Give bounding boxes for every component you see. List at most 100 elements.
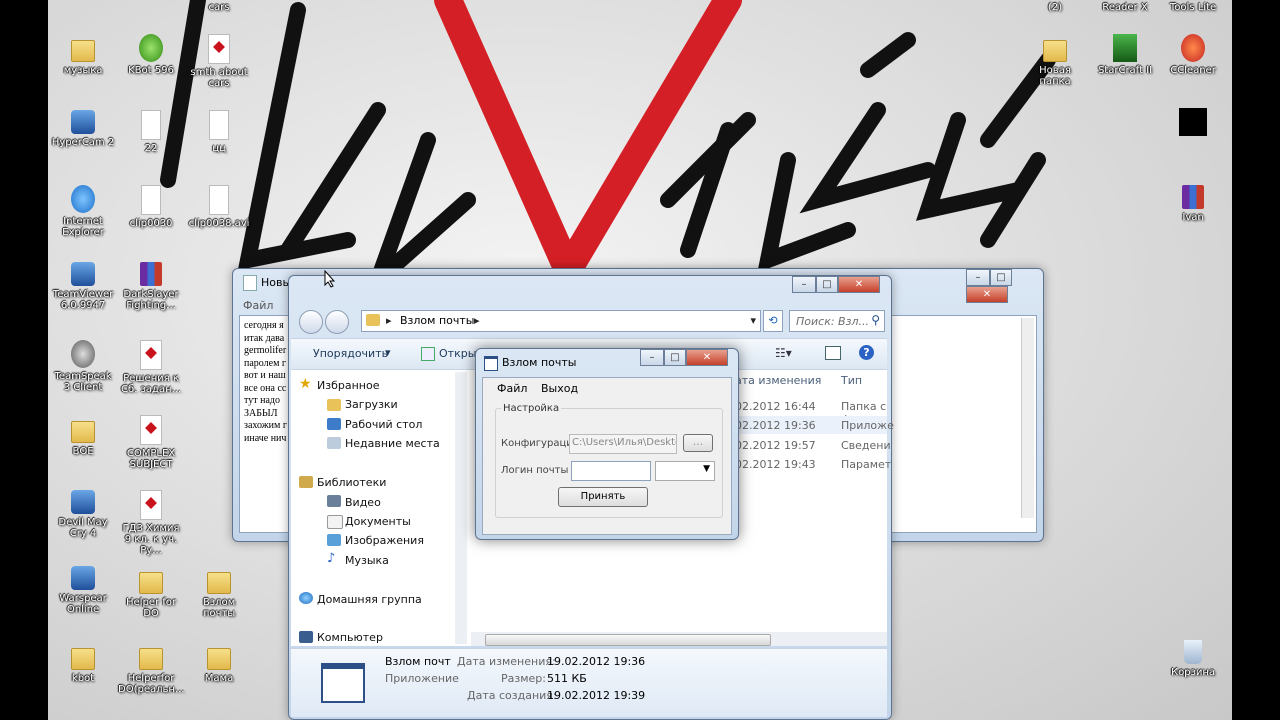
- domain-select[interactable]: ▼: [655, 461, 715, 481]
- menu-exit[interactable]: Выход: [541, 382, 578, 395]
- desktop-shortcut[interactable]: KBot 596: [118, 34, 184, 76]
- nav-homegroup[interactable]: Домашняя группа: [317, 593, 422, 606]
- desktop-shortcut[interactable]: Корзина: [1160, 640, 1226, 678]
- preview-pane-icon[interactable]: [825, 346, 841, 360]
- minimize-button[interactable]: –: [792, 276, 816, 293]
- ie-icon: [71, 185, 95, 213]
- chevron-down-icon[interactable]: ▾: [385, 346, 391, 359]
- minimize-button[interactable]: –: [966, 269, 990, 286]
- forward-button[interactable]: [325, 310, 349, 334]
- desktop-shortcut[interactable]: Решения к Сб. задан...: [118, 340, 184, 395]
- desktop-shortcut[interactable]: StarCraft II: [1092, 34, 1158, 76]
- desktop-shortcut[interactable]: HyperCam 2: [50, 110, 116, 148]
- desktop-shortcut[interactable]: музыка: [50, 34, 116, 76]
- desktop-shortcut[interactable]: Helper for DO: [118, 566, 184, 619]
- nav-recent[interactable]: Недавние места: [345, 437, 440, 450]
- close-button[interactable]: ✕: [838, 276, 880, 293]
- desktop-icon-label[interactable]: (2): [1022, 2, 1088, 13]
- desktop-shortcut[interactable]: kbot: [50, 642, 116, 684]
- desktop-shortcut[interactable]: ВОЕ: [50, 415, 116, 457]
- maximize-button[interactable]: □: [664, 349, 686, 366]
- maximize-button[interactable]: □: [990, 269, 1012, 286]
- window-controls[interactable]: –□✕: [966, 269, 1043, 303]
- desktop-shortcut[interactable]: TeamSpeak 3 Client: [50, 340, 116, 393]
- nav-computer[interactable]: Компьютер: [317, 631, 383, 644]
- browse-button[interactable]: ...: [683, 434, 713, 452]
- close-button[interactable]: ✕: [966, 286, 1008, 303]
- nav-video[interactable]: Видео: [345, 496, 381, 509]
- desktop-icon-label[interactable]: cars: [186, 2, 252, 13]
- desktop-icon-label: ГДЗ Химия 9 кл. к уч. Ру...: [122, 523, 180, 556]
- nav-libraries[interactable]: Библиотеки: [317, 476, 386, 489]
- desktop-shortcut[interactable]: ГДЗ Химия 9 кл. к уч. Ру...: [118, 490, 184, 556]
- desktop-icon-label: Решения к Сб. задан...: [120, 373, 182, 395]
- desktop-shortcut[interactable]: Helperfor DO(реальн...: [118, 642, 184, 695]
- desktop-shortcut[interactable]: Ivan: [1160, 185, 1226, 223]
- desktop-shortcut[interactable]: Devil May Cry 4: [50, 490, 116, 539]
- organize-button[interactable]: Упорядочить: [313, 347, 388, 360]
- column-date-header[interactable]: ата изменения: [735, 374, 821, 387]
- desktop-icon-label: HyperCam 2: [51, 137, 115, 148]
- nav-documents[interactable]: Документы: [345, 515, 411, 528]
- back-button[interactable]: [299, 310, 323, 334]
- cell-date: 02.2012 19:43: [735, 458, 816, 471]
- pdf-icon: [208, 34, 230, 64]
- starcraft-icon: [1113, 34, 1137, 62]
- search-input[interactable]: Поиск: Взл... ⚲: [789, 310, 885, 332]
- help-icon[interactable]: ?: [859, 345, 874, 360]
- folder-icon: [366, 314, 380, 326]
- desktop-shortcut[interactable]: Мама: [186, 642, 252, 684]
- desktop-icon-label: TeamViewer 6.0.9947: [52, 289, 114, 311]
- scrollbar[interactable]: [1021, 318, 1034, 518]
- address-bar[interactable]: ▸ Взлом почты ▸ ▾: [361, 310, 761, 332]
- desktop-icon-label: clip0038.avi: [188, 218, 250, 229]
- black-icon: [1179, 108, 1207, 136]
- desktop-shortcut[interactable]: 22: [118, 110, 184, 154]
- app-icon: [139, 34, 163, 62]
- nav-music[interactable]: Музыка: [345, 554, 389, 567]
- window-controls[interactable]: –□✕: [640, 349, 728, 366]
- nav-favorites[interactable]: Избранное: [317, 379, 379, 392]
- open-button[interactable]: Откры: [439, 347, 476, 360]
- menu-file[interactable]: Файл: [243, 299, 273, 312]
- desktop-shortcut[interactable]: Новая папка: [1022, 34, 1088, 87]
- nav-scrollbar[interactable]: [455, 372, 467, 644]
- desktop-shortcut[interactable]: clip0038.avi: [186, 185, 252, 229]
- desktop-icon-label[interactable]: Tools Lite: [1160, 2, 1226, 13]
- detail-kind: Приложение: [385, 672, 459, 685]
- desktop-shortcut[interactable]: clip0030: [118, 185, 184, 229]
- breadcrumb[interactable]: Взлом почты: [400, 314, 474, 327]
- close-button[interactable]: ✕: [686, 349, 728, 366]
- nav-images[interactable]: Изображения: [345, 534, 424, 547]
- desktop-shortcut[interactable]: DarkSlayer Fighting...: [118, 262, 184, 311]
- accept-button[interactable]: Принять: [558, 487, 648, 507]
- desktop-shortcut[interactable]: [1160, 108, 1226, 139]
- scrollbar-thumb[interactable]: [485, 634, 771, 646]
- nav-desktop[interactable]: Рабочий стол: [345, 418, 422, 431]
- desktop-shortcut[interactable]: COMPLEX SUBJECT: [118, 415, 184, 470]
- maximize-button[interactable]: □: [816, 276, 838, 293]
- desktop-shortcut[interactable]: Взлом почты: [186, 566, 252, 619]
- desktop-shortcut[interactable]: smth about cars: [186, 34, 252, 89]
- cell-type: Приложе: [841, 419, 894, 432]
- menu-file[interactable]: Файл: [497, 382, 527, 395]
- dialog-window[interactable]: Взлом почты – □ ✕ Файл Выход Настройка Кон…: [475, 348, 739, 540]
- config-field[interactable]: C:\Users\Илья\Deskto: [569, 434, 677, 454]
- desktop-shortcut[interactable]: Warspear Online: [50, 566, 116, 615]
- horizontal-scrollbar[interactable]: [471, 632, 887, 646]
- desktop-shortcut[interactable]: CCleaner: [1160, 34, 1226, 76]
- login-input[interactable]: [571, 461, 651, 481]
- desktop-shortcut[interactable]: цц: [186, 110, 252, 154]
- chevron-down-icon[interactable]: ▾: [750, 314, 756, 327]
- nav-downloads[interactable]: Загрузки: [345, 398, 398, 411]
- view-icon[interactable]: ☷▾: [775, 346, 792, 360]
- detail-created-label: Дата создания:: [467, 689, 557, 702]
- column-type-header[interactable]: Тип: [841, 374, 862, 387]
- desktop-shortcut[interactable]: TeamViewer 6.0.9947: [50, 262, 116, 311]
- window-controls[interactable]: –□✕: [792, 276, 880, 293]
- cell-date: 02.2012 19:36: [735, 419, 816, 432]
- desktop-icon-label[interactable]: Reader X: [1092, 2, 1158, 13]
- desktop-shortcut[interactable]: Internet Explorer: [50, 185, 116, 238]
- minimize-button[interactable]: –: [640, 349, 664, 366]
- refresh-icon[interactable]: ⟲: [763, 310, 783, 332]
